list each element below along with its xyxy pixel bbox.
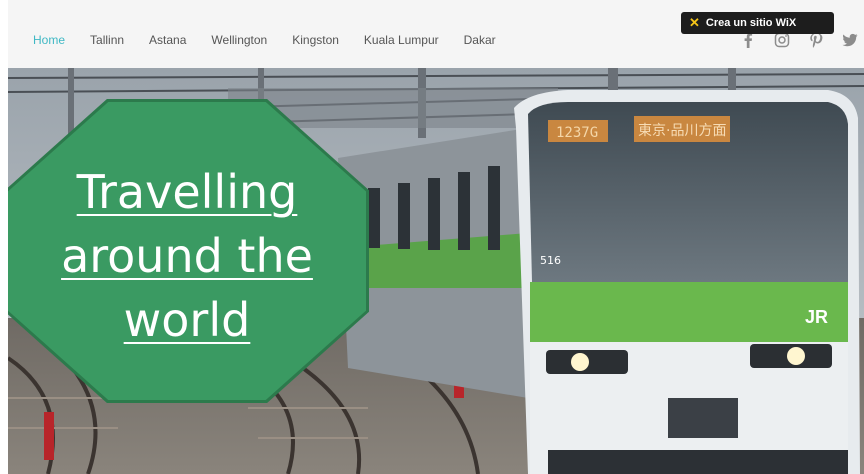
social-icons [740,32,858,48]
hero-title-line-3: world [123,293,251,347]
nav-item-kuala-lumpur[interactable]: Kuala Lumpur [364,33,439,47]
nav-item-astana[interactable]: Astana [149,33,186,47]
twitter-icon[interactable] [842,32,858,48]
hero-title: Travelling around the world [8,160,366,352]
pinterest-icon[interactable] [808,32,824,48]
wix-banner-label: Crea un sitio WiX [705,17,797,29]
hero-title-line-2: around the [61,229,313,283]
nav-item-home[interactable]: Home [33,33,65,47]
train-side-number: 516 [540,254,561,267]
jr-logo: JR [805,307,828,327]
train-destination-text: 東京·品川方面 [638,123,726,139]
facebook-icon[interactable] [740,32,756,48]
instagram-icon[interactable] [774,32,790,48]
hero-title-line-1: Travelling [76,165,298,219]
page-left-margin [0,0,8,474]
wix-x-icon: ✕ [689,15,700,30]
hero-image: 1237G 東京·品川方面 516 JR Travelling around t… [8,68,864,474]
wix-banner[interactable]: ✕ Crea un sitio WiX [681,12,834,34]
train-number-text: 1237G [556,125,598,141]
nav-item-tallinn[interactable]: Tallinn [90,33,124,47]
main-navigation: Home Tallinn Astana Wellington Kingston … [33,33,521,47]
nav-item-kingston[interactable]: Kingston [292,33,339,47]
nav-item-dakar[interactable]: Dakar [464,33,496,47]
nav-item-wellington[interactable]: Wellington [211,33,267,47]
